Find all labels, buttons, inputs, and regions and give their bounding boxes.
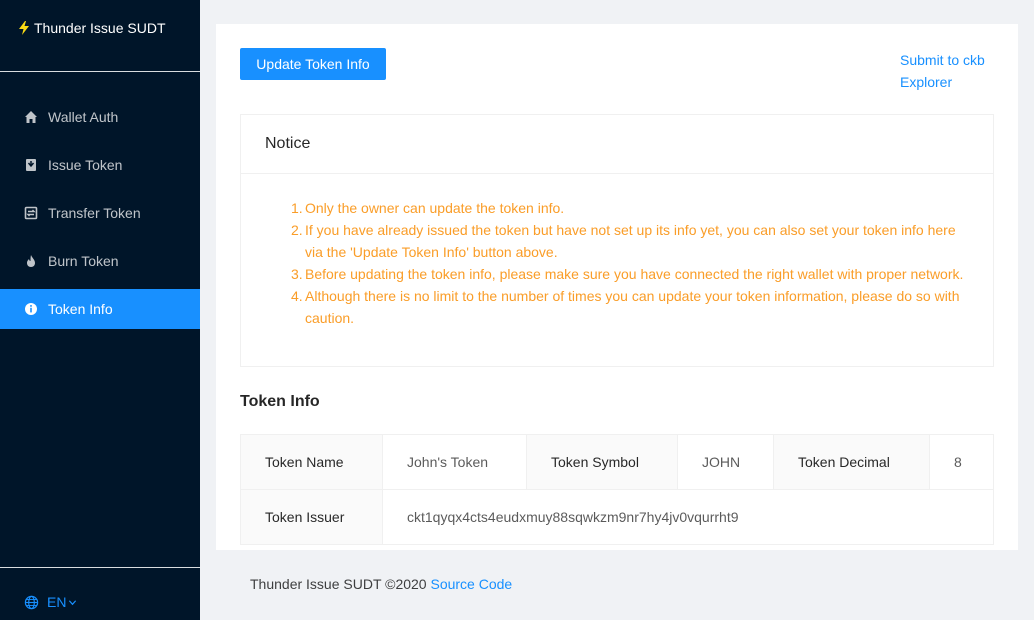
home-icon xyxy=(24,110,38,124)
list-item-number: 1. xyxy=(291,200,303,216)
sidebar-divider xyxy=(0,71,200,72)
token-decimal-label: Token Decimal xyxy=(773,434,930,490)
token-issuer-value: ckt1qyqx4cts4eudxmuy88sqwkzm9nr7hy4jv0vq… xyxy=(382,489,994,545)
sidebar-menu: Wallet Auth Issue Token Transfer Token B… xyxy=(0,97,200,337)
notice-title: Notice xyxy=(241,115,993,174)
main-content: Update Token Info Submit to ckb Explorer… xyxy=(216,24,1018,550)
sidebar-item-burn-token[interactable]: Burn Token xyxy=(0,241,200,281)
notice-card: Notice 1. Only the owner can update the t… xyxy=(240,114,994,367)
sidebar-item-transfer-token[interactable]: Transfer Token xyxy=(0,193,200,233)
token-decimal-value: 8 xyxy=(929,434,994,490)
submit-explorer-link[interactable]: Submit to ckb Explorer xyxy=(900,49,1000,93)
sidebar: Thunder Issue SUDT Wallet Auth Issue Tok… xyxy=(0,0,200,620)
language-label: EN xyxy=(47,594,67,610)
list-item-text: Although there is no limit to the number… xyxy=(305,288,960,326)
sidebar-item-wallet-auth[interactable]: Wallet Auth xyxy=(0,97,200,137)
sidebar-item-token-info[interactable]: Token Info xyxy=(0,289,200,329)
source-code-link[interactable]: Source Code xyxy=(430,576,512,592)
list-item: 1. Only the owner can update the token in… xyxy=(291,197,969,219)
sidebar-item-label: Transfer Token xyxy=(48,205,141,221)
list-item: 3. Before updating the token info, please… xyxy=(291,263,969,285)
list-item-text: Only the owner can update the token info… xyxy=(305,200,565,216)
app-title: Thunder Issue SUDT xyxy=(34,20,166,36)
language-selector[interactable]: EN xyxy=(24,594,77,610)
token-name-value: John's Token xyxy=(382,434,527,490)
table-row: Token Name John's Token Token Symbol JOH… xyxy=(240,434,994,490)
notice-body: 1. Only the owner can update the token in… xyxy=(241,174,993,329)
token-symbol-value: JOHN xyxy=(677,434,774,490)
footer: Thunder Issue SUDT ©2020 Source Code xyxy=(250,576,512,592)
sidebar-item-label: Token Info xyxy=(48,301,113,317)
fire-icon xyxy=(24,254,38,268)
transfer-icon xyxy=(24,206,38,220)
token-info-table: Token Name John's Token Token Symbol JOH… xyxy=(240,434,994,545)
app-brand[interactable]: Thunder Issue SUDT xyxy=(18,18,166,38)
sidebar-item-label: Burn Token xyxy=(48,253,119,269)
list-item: 2. If you have already issued the token b… xyxy=(291,219,969,263)
sidebar-item-label: Wallet Auth xyxy=(48,109,119,125)
chevron-down-icon xyxy=(69,599,77,605)
token-issuer-label: Token Issuer xyxy=(240,489,383,545)
sidebar-divider xyxy=(0,567,200,568)
token-info-heading: Token Info xyxy=(240,393,320,410)
token-name-label: Token Name xyxy=(240,434,383,490)
update-token-info-button[interactable]: Update Token Info xyxy=(240,48,386,80)
list-item-number: 2. xyxy=(291,222,303,238)
list-item-text: Before updating the token info, please m… xyxy=(305,266,964,282)
globe-icon xyxy=(24,595,39,609)
table-row: Token Issuer ckt1qyqx4cts4eudxmuy88sqwkz… xyxy=(240,489,994,545)
lightning-icon xyxy=(19,21,29,35)
list-item-number: 4. xyxy=(291,288,303,304)
info-icon xyxy=(24,302,38,316)
issue-icon xyxy=(24,158,38,172)
sidebar-item-issue-token[interactable]: Issue Token xyxy=(0,145,200,185)
list-item-text: If you have already issued the token but… xyxy=(305,222,956,260)
notice-list: 1. Only the owner can update the token in… xyxy=(291,197,969,329)
footer-text: Thunder Issue SUDT ©2020 xyxy=(250,576,427,592)
sidebar-item-label: Issue Token xyxy=(48,157,123,173)
token-symbol-label: Token Symbol xyxy=(526,434,678,490)
list-item-number: 3. xyxy=(291,266,303,282)
list-item: 4. Although there is no limit to the numb… xyxy=(291,285,969,329)
